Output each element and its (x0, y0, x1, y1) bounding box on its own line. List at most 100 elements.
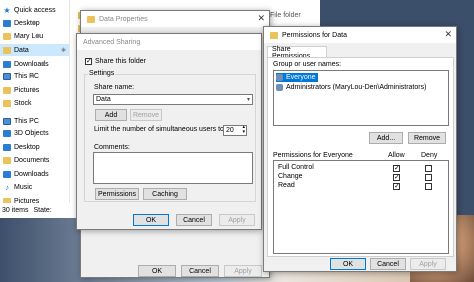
sidebar-item[interactable]: Desktop ✱ (3, 17, 40, 29)
share-folder-label: Share this folder (95, 58, 146, 65)
allow-checkbox[interactable]: ✓ (393, 183, 400, 190)
advanced-sharing-titlebar: Advanced Sharing (77, 34, 261, 50)
permissions-header: Permissions for Everyone (273, 152, 353, 159)
computer-icon (3, 117, 11, 125)
desktop-icon (3, 143, 11, 151)
sidebar-item[interactable]: Mary Lou ✱ (3, 30, 43, 42)
pin-icon: ✱ (30, 73, 36, 80)
spinner-arrows-icon[interactable]: ▴ ▾ (242, 125, 245, 135)
comments-label: Comments: (94, 144, 130, 151)
remove-button[interactable]: Remove (408, 132, 446, 144)
sidebar-item-label: Music (14, 183, 33, 191)
sidebar-item-label: Quick access (14, 6, 56, 14)
desktop-icon (3, 19, 11, 27)
sidebar-item-label: Stock (14, 99, 32, 107)
share-name-value: Data (96, 96, 111, 103)
close-icon[interactable]: ✕ (444, 29, 452, 40)
settings-group-title: Settings (88, 70, 116, 77)
folder-icon (3, 32, 11, 40)
cube-icon (3, 129, 11, 137)
sidebar-item[interactable]: This PC ✱ (3, 70, 39, 82)
caching-button[interactable]: Caching (143, 188, 187, 200)
ok-button[interactable]: OK (330, 258, 366, 270)
pin-icon: ✱ (31, 20, 37, 27)
dialog-title: Advanced Sharing (83, 38, 141, 46)
sidebar-item-label: Documents (14, 156, 50, 164)
user-group-icon (276, 74, 283, 81)
group-user-list[interactable]: Everyone Administrators (MaryLou-Den\Admi… (273, 70, 449, 126)
add-button[interactable]: Add (95, 109, 127, 121)
deny-checkbox[interactable] (425, 183, 432, 190)
permissions-titlebar: Permissions for Data ✕ (264, 27, 456, 43)
pin-icon: ✱ (31, 87, 37, 94)
pin-icon: ✱ (35, 33, 41, 40)
sidebar-item[interactable]: Documents (3, 154, 49, 166)
star-icon: ★ (3, 5, 11, 15)
permission-name: Full Control (278, 164, 314, 171)
share-name-label: Share name: (94, 84, 135, 91)
sidebar-item[interactable]: ★ Quick access (3, 4, 56, 16)
share-folder-checkbox[interactable]: ✓ (85, 58, 92, 65)
sidebar-item[interactable]: 3D Objects (3, 127, 49, 139)
allow-column-header: Allow (388, 152, 405, 159)
cancel-button[interactable]: Cancel (370, 258, 406, 270)
permission-name: Read (278, 182, 295, 189)
file-type: File folder (270, 12, 301, 19)
apply-button[interactable]: Apply (224, 265, 262, 277)
ok-button[interactable]: OK (138, 265, 176, 277)
folder-icon (3, 46, 11, 54)
music-icon: ♪ (5, 182, 9, 192)
sidebar-item[interactable]: Desktop (3, 141, 40, 153)
folder-icon (87, 15, 95, 23)
pictures-icon (3, 86, 11, 94)
sidebar-item[interactable]: Pictures ✱ (3, 84, 39, 96)
ok-button[interactable]: OK (133, 214, 169, 226)
deny-checkbox[interactable] (425, 165, 432, 172)
apply-button[interactable]: Apply (219, 214, 255, 226)
sidebar-item[interactable]: Data ✱ (0, 44, 69, 56)
download-icon (3, 170, 11, 178)
computer-icon (3, 72, 11, 80)
limit-users-spinner[interactable]: 20 ▴ ▾ (223, 125, 247, 136)
data-properties-titlebar: Data Properties ✕ (81, 11, 269, 27)
folder-icon (270, 31, 278, 39)
allow-checkbox[interactable]: ✓ (393, 165, 400, 172)
status-bar: 30 items State: (0, 203, 75, 218)
add-button[interactable]: Add... (369, 132, 403, 144)
close-icon[interactable]: ✕ (257, 13, 265, 24)
sidebar-item[interactable]: ♪ Music (3, 181, 32, 193)
pin-icon: ✱ (60, 47, 66, 54)
sidebar-item[interactable]: This PC (3, 115, 39, 127)
deny-column-header: Deny (421, 152, 438, 159)
sidebar-item[interactable]: Downloads ✱ (3, 58, 49, 70)
cancel-button[interactable]: Cancel (176, 214, 212, 226)
share-name-dropdown[interactable]: Data ▾ (93, 94, 253, 105)
sidebar-item[interactable]: Downloads (3, 168, 49, 180)
dialog-title: Data Properties (99, 15, 148, 23)
deny-checkbox[interactable] (425, 174, 432, 181)
pin-icon: ✱ (40, 61, 46, 68)
user-group-icon (276, 84, 283, 91)
sidebar-item[interactable]: Stock (3, 97, 32, 109)
sidebar-item-label: Data (14, 46, 29, 54)
apply-button[interactable]: Apply (410, 258, 446, 270)
state-label: State: (33, 207, 52, 214)
sidebar-item-label: 3D Objects (14, 129, 49, 137)
allow-checkbox[interactable]: ✓ (393, 174, 400, 181)
remove-button[interactable]: Remove (130, 109, 162, 121)
sidebar-item-label: This PC (14, 117, 39, 125)
folder-icon (3, 99, 11, 107)
comments-textarea[interactable] (93, 152, 253, 184)
documents-icon (3, 156, 11, 164)
user-list-item[interactable]: Administrators (MaryLou-Den\Administrato… (276, 83, 428, 92)
item-count: 30 items (2, 207, 29, 214)
permission-name: Change (278, 173, 303, 180)
chevron-down-icon[interactable]: ▾ (247, 96, 250, 103)
permissions-button[interactable]: Permissions (95, 188, 139, 200)
download-icon (3, 60, 11, 68)
user-name: Everyone (286, 74, 316, 81)
limit-users-value: 20 (226, 127, 234, 134)
advanced-sharing-dialog: Advanced Sharing ✓ Share this folder Set… (76, 33, 262, 230)
cancel-button[interactable]: Cancel (181, 265, 219, 277)
user-list-item[interactable]: Everyone (276, 73, 318, 82)
